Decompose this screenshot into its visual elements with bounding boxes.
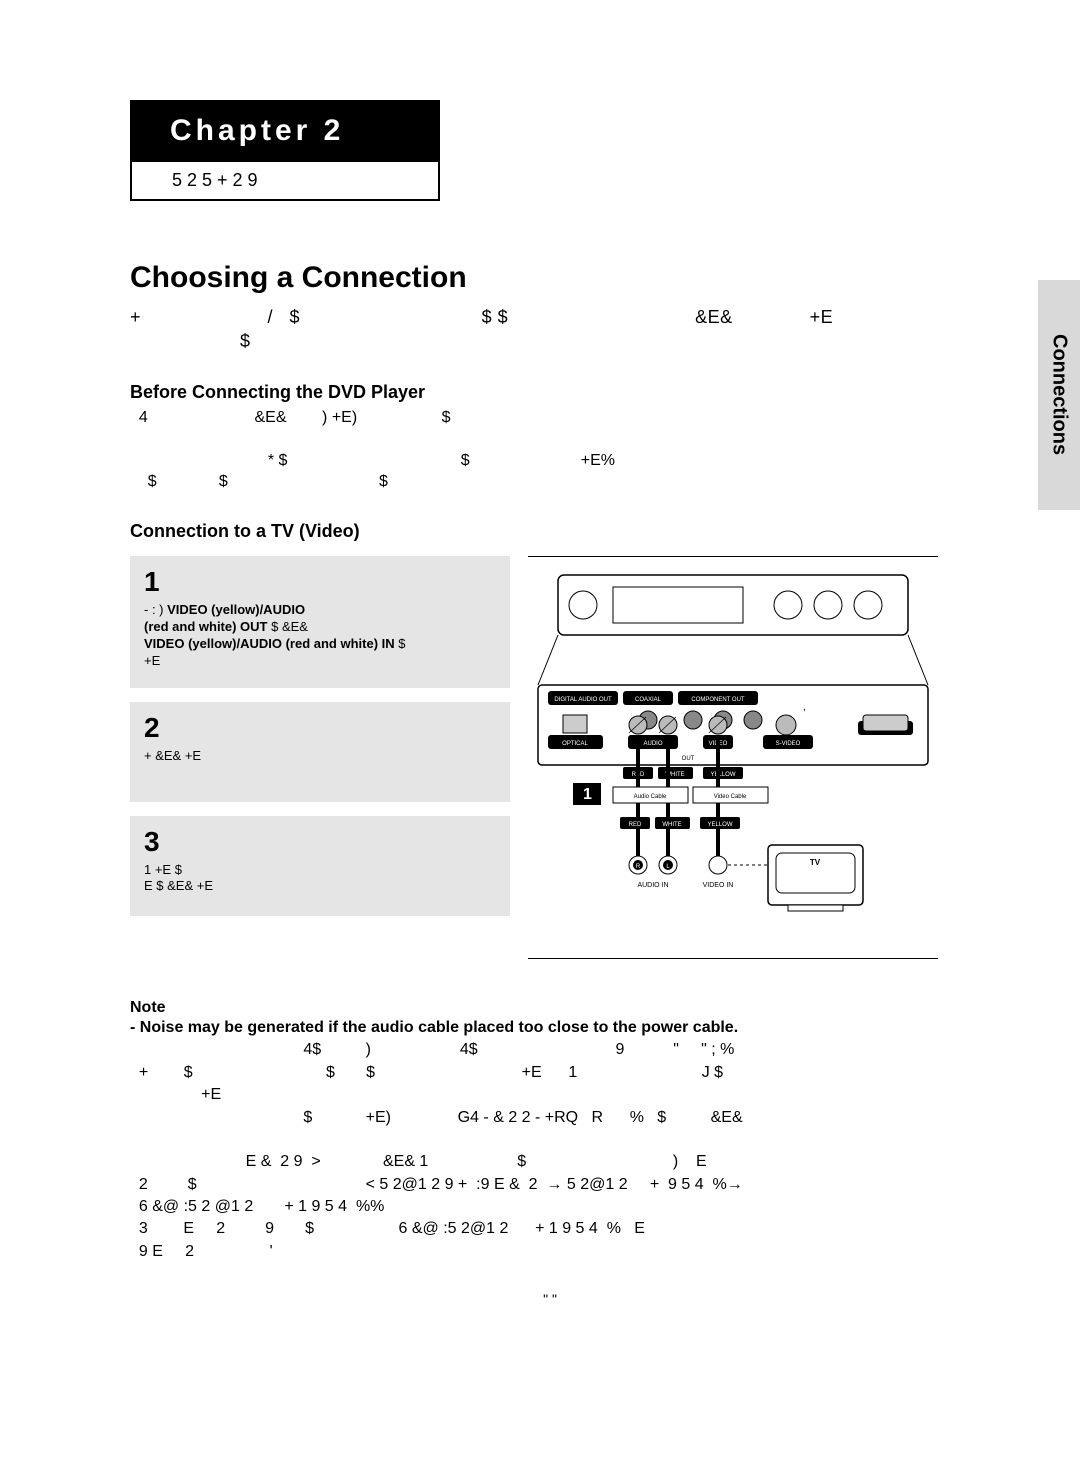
svg-text:COAXIAL: COAXIAL (635, 697, 662, 703)
svg-text:OPTICAL: OPTICAL (562, 741, 588, 747)
section-tab-connections: Connections (1038, 280, 1080, 510)
note-strong-line: - Noise may be generated if the audio ca… (130, 1017, 970, 1039)
steps-column: 1 - : ) VIDEO (yellow)/AUDIO (red and wh… (130, 556, 510, 959)
svg-text:R: R (636, 864, 641, 870)
lead-text: + / $ $ $ &E& +E $ (130, 305, 970, 354)
svg-text:Audio Cable: Audio Cable (634, 794, 667, 800)
step-number: 1 (144, 566, 496, 598)
connection-diagram: DIGITAL AUDIO OUT COAXIAL COMPONENT OUT … (528, 556, 938, 959)
page-number: " " (130, 1291, 970, 1307)
svg-text:Video Cable: Video Cable (714, 794, 747, 800)
step-text: 1 +E $ E $ &E& +E (144, 862, 496, 896)
svg-text:AUDIO: AUDIO (643, 741, 662, 747)
chapter-label: Chapter 2 (170, 114, 400, 148)
svg-text:1: 1 (583, 786, 592, 803)
svg-text:TV: TV (810, 858, 821, 867)
svg-text:,: , (803, 702, 806, 713)
step-2: 2 + &E& +E (130, 702, 510, 802)
chapter-subtitle: 5 2 5 + 2 9 (130, 162, 440, 201)
note-heading: Note (130, 999, 970, 1017)
step-1: 1 - : ) VIDEO (yellow)/AUDIO (red and wh… (130, 556, 510, 688)
svg-text:S-VIDEO: S-VIDEO (776, 741, 801, 747)
step-number: 2 (144, 712, 496, 744)
svg-text:VIDEO IN: VIDEO IN (703, 882, 734, 889)
svg-text:YELLOW: YELLOW (707, 822, 732, 828)
svg-text:RED: RED (629, 822, 642, 828)
svg-text:COMPONENT OUT: COMPONENT OUT (691, 697, 745, 703)
step-text: + &E& +E (144, 748, 496, 765)
svg-text:OUT: OUT (682, 756, 695, 762)
svg-text:DIGITAL AUDIO OUT: DIGITAL AUDIO OUT (554, 697, 612, 703)
note-body: 4$ ) 4$ 9 " " ; % + $ $ $ +E 1 (130, 1039, 970, 1263)
diagram-svg: DIGITAL AUDIO OUT COAXIAL COMPONENT OUT … (528, 565, 938, 945)
connection-heading: Connection to a TV (Video) (130, 521, 970, 542)
step-text: - : ) VIDEO (yellow)/AUDIO (red and whit… (144, 602, 496, 670)
step-3: 3 1 +E $ E $ &E& +E (130, 816, 510, 916)
svg-text:AUDIO IN: AUDIO IN (637, 882, 668, 889)
diagram-step-badge: 1 (573, 783, 610, 805)
svg-text:YELLOW: YELLOW (710, 772, 735, 778)
svg-text:WHITE: WHITE (662, 822, 681, 828)
before-heading: Before Connecting the DVD Player (130, 382, 970, 403)
before-body: 4 &E& ) +E) $ * $ $ +E% $ $ (130, 407, 970, 493)
chapter-banner: Chapter 2 (130, 100, 440, 162)
page-title: Choosing a Connection (130, 261, 970, 295)
step-number: 3 (144, 826, 496, 858)
